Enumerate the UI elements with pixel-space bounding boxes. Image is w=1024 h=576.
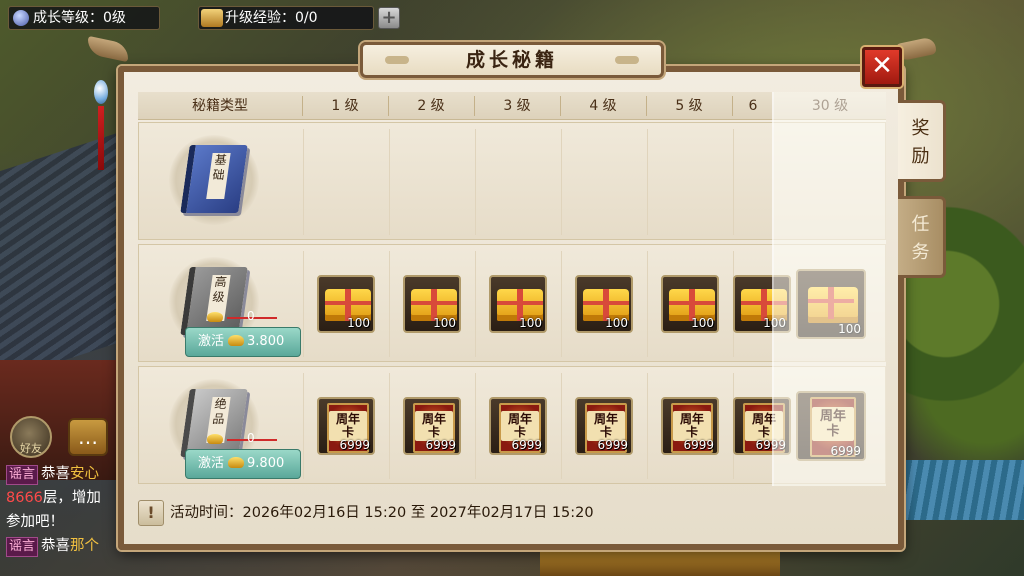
column-header: 2 级 xyxy=(417,98,445,114)
column-header: 4 级 xyxy=(589,98,617,114)
growth-level-text: 成长等级：0级 xyxy=(33,10,126,26)
gold-ingot-icon xyxy=(207,311,223,322)
reward-quantity: 6999 xyxy=(425,438,456,452)
reward-item[interactable]: 周年卡6999 xyxy=(403,397,461,455)
reward-item[interactable]: 周年卡6999 xyxy=(489,397,547,455)
panel-title: 成长秘籍 xyxy=(465,49,558,71)
reward-item[interactable]: 100 xyxy=(661,275,719,333)
secret-book-slot[interactable]: 基础 xyxy=(161,133,279,233)
reward-item[interactable]: 周年卡6999 xyxy=(317,397,375,455)
reward-item[interactable]: 100 xyxy=(575,275,633,333)
warning-icon: ! xyxy=(138,500,164,526)
chat-line: 参加吧！ xyxy=(6,514,64,530)
reward-item[interactable]: 周年卡6999 xyxy=(575,397,633,455)
column-header: 3 级 xyxy=(503,98,531,114)
tab-rewards[interactable]: 奖 励 xyxy=(898,100,946,182)
chat-line: 谣言 恭喜安心 xyxy=(6,462,130,486)
upgrade-exp-text: 升级经验：0/0 xyxy=(225,10,318,26)
background-roof-right xyxy=(894,460,1024,520)
reward-quantity: 100 xyxy=(605,316,628,330)
book-icon: 基础 xyxy=(180,145,248,213)
reward-quantity: 6999 xyxy=(511,438,542,452)
reward-quantity: 100 xyxy=(519,316,542,330)
friend-button[interactable]: 好友 xyxy=(10,416,52,458)
background-roof xyxy=(0,128,130,382)
friend-label: 好友 xyxy=(20,442,42,455)
hanging-ornament-icon xyxy=(94,80,108,180)
cloud-ornament-icon xyxy=(615,56,639,64)
column-header: 5 级 xyxy=(675,98,703,114)
background-bottom-banner xyxy=(540,552,780,576)
reward-item[interactable]: 100 xyxy=(489,275,547,333)
original-price: 0 xyxy=(207,309,277,327)
gold-ingot-icon xyxy=(228,335,245,346)
reward-quantity: 100 xyxy=(691,316,714,330)
activity-time: 活动时间：2026年02月16日 15:20 至 2027年02月17日 15:… xyxy=(170,505,594,521)
activate-button[interactable]: 激活 9.800 xyxy=(185,449,301,479)
reward-item[interactable]: 100 xyxy=(403,275,461,333)
column-header: 秘籍类型 xyxy=(192,98,248,114)
cloud-ornament-icon xyxy=(385,56,409,64)
chat-line: 8666层，增加 xyxy=(6,490,101,506)
upgrade-exp-display: 升级经验：0/0 xyxy=(198,6,374,30)
secret-book-slot[interactable]: 绝品 0 激活 9.800 xyxy=(161,377,301,479)
reward-quantity: 6999 xyxy=(683,438,714,452)
reward-quantity: 100 xyxy=(433,316,456,330)
panel-corner-ornament xyxy=(88,35,128,63)
reward-table[interactable]: 秘籍类型1 级2 级3 级4 级5 级630 级 基础高级0激活3.800100… xyxy=(138,92,886,486)
reward-quantity: 6999 xyxy=(339,438,370,452)
original-price: 0 xyxy=(207,431,277,449)
close-button[interactable]: ✕ xyxy=(862,47,902,87)
panel-title-plate: 成长秘籍 xyxy=(360,42,664,78)
panel-footer: ! 活动时间：2026年02月16日 15:20 至 2027年02月17日 1… xyxy=(138,498,886,530)
growth-level-icon xyxy=(13,10,29,26)
gold-ingot-icon xyxy=(207,433,223,444)
reward-quantity: 100 xyxy=(347,316,370,330)
panel-corner-ornament xyxy=(896,35,936,63)
column-header: 1 级 xyxy=(331,98,359,114)
chat-bubble-icon[interactable]: … xyxy=(68,418,108,456)
gold-ingot-icon xyxy=(228,457,245,468)
chat-line: 谣言 恭喜那个 xyxy=(6,534,130,558)
secret-book-slot[interactable]: 高级 0 激活 3.800 xyxy=(161,255,301,357)
reward-item[interactable]: 周年卡6999 xyxy=(661,397,719,455)
exp-book-icon xyxy=(201,9,223,27)
level-30-column-highlight xyxy=(774,92,886,486)
reward-item[interactable]: 100 xyxy=(317,275,375,333)
add-exp-button[interactable]: + xyxy=(378,7,400,29)
growth-level-display[interactable]: 成长等级：0级 xyxy=(8,6,160,30)
activate-button[interactable]: 激活 3.800 xyxy=(185,327,301,357)
chat-log: 谣言 恭喜安心 8666层，增加 参加吧！ 谣言 恭喜那个 xyxy=(6,462,130,558)
column-header: 6 xyxy=(748,98,758,114)
tab-tasks[interactable]: 任 务 xyxy=(898,196,946,278)
reward-quantity: 6999 xyxy=(597,438,628,452)
